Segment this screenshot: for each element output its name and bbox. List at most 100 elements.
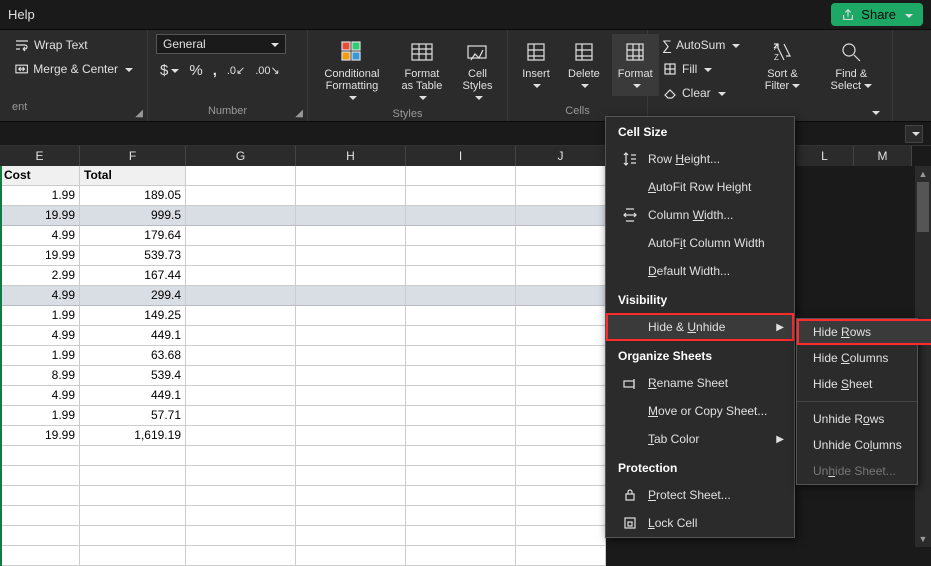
- increase-decimal-button[interactable]: .0↙: [227, 64, 245, 77]
- number-format-select[interactable]: General: [156, 34, 286, 54]
- cell[interactable]: 1,619.19: [80, 426, 186, 446]
- label: Lock Cell: [648, 516, 697, 530]
- cell[interactable]: 539.4: [80, 366, 186, 386]
- autofit-row-height-item[interactable]: AutoFit Row Height: [606, 173, 794, 201]
- dialog-launcher-icon[interactable]: ◢: [135, 108, 143, 119]
- insert-button[interactable]: Insert: [516, 34, 556, 96]
- dialog-launcher-icon[interactable]: ◢: [295, 108, 303, 119]
- cell-header[interactable]: Cost: [0, 166, 80, 186]
- cell[interactable]: 8.99: [0, 366, 80, 386]
- autofit-column-width-item[interactable]: AutoFit Column Width: [606, 229, 794, 257]
- fill-button[interactable]: Fill: [656, 58, 746, 80]
- cell[interactable]: 19.99: [0, 206, 80, 226]
- column-width-icon: [622, 207, 638, 223]
- cell[interactable]: 4.99: [0, 286, 80, 306]
- sort-filter-button[interactable]: AZ Sort & Filter: [752, 34, 812, 96]
- format-table-icon: [408, 38, 436, 66]
- cell[interactable]: 19.99: [0, 426, 80, 446]
- col-header[interactable]: M: [854, 146, 912, 166]
- col-header[interactable]: E: [0, 146, 80, 166]
- column-width-item[interactable]: Column Width...: [606, 201, 794, 229]
- cell[interactable]: 63.68: [80, 346, 186, 366]
- cell[interactable]: 189.05: [80, 186, 186, 206]
- cell[interactable]: 999.5: [80, 206, 186, 226]
- cell[interactable]: 4.99: [0, 386, 80, 406]
- decrease-decimal-button[interactable]: .00↘: [255, 64, 280, 77]
- col-header[interactable]: F: [80, 146, 186, 166]
- cell[interactable]: 19.99: [0, 246, 80, 266]
- delete-button[interactable]: Delete: [562, 34, 606, 96]
- cell[interactable]: 1.99: [0, 346, 80, 366]
- label: Cell Styles: [462, 68, 493, 104]
- cell[interactable]: 179.64: [80, 226, 186, 246]
- col-header[interactable]: I: [406, 146, 516, 166]
- label: AutoSum: [676, 38, 725, 52]
- help-menu[interactable]: Help: [8, 7, 35, 22]
- wrap-text-button[interactable]: Wrap Text: [8, 34, 139, 56]
- label: Find & Select: [825, 68, 878, 92]
- hide-sheet-item[interactable]: Hide Sheet: [797, 371, 931, 397]
- ribbon-options-icon[interactable]: [869, 105, 880, 119]
- format-menu: Cell Size Row Height... AutoFit Row Heig…: [605, 116, 795, 538]
- cell[interactable]: 149.25: [80, 306, 186, 326]
- cell[interactable]: 539.73: [80, 246, 186, 266]
- share-button[interactable]: Share: [831, 3, 923, 26]
- lock-cell-item[interactable]: Lock Cell: [606, 509, 794, 537]
- hide-rows-item[interactable]: Hide Rows: [797, 319, 931, 345]
- row-height-item[interactable]: Row Height...: [606, 145, 794, 173]
- hide-unhide-submenu: Hide Rows Hide Columns Hide Sheet Unhide…: [796, 318, 918, 485]
- cell[interactable]: 4.99: [0, 226, 80, 246]
- merge-center-button[interactable]: Merge & Center: [8, 58, 139, 80]
- cell[interactable]: 1.99: [0, 306, 80, 326]
- col-header[interactable]: G: [186, 146, 296, 166]
- currency-button[interactable]: $: [160, 62, 179, 79]
- chevron-down-icon: [902, 7, 913, 22]
- cell[interactable]: 4.99: [0, 326, 80, 346]
- rename-sheet-item[interactable]: Rename Sheet: [606, 369, 794, 397]
- cell-header[interactable]: Total: [80, 166, 186, 186]
- hide-columns-item[interactable]: Hide Columns: [797, 345, 931, 371]
- col-header[interactable]: H: [296, 146, 406, 166]
- find-select-button[interactable]: Find & Select: [819, 34, 884, 96]
- scrollbar-thumb[interactable]: [917, 182, 929, 232]
- cell[interactable]: 1.99: [0, 406, 80, 426]
- ribbon: Wrap Text Merge & Center ent ◢ General $: [0, 30, 931, 122]
- move-copy-sheet-item[interactable]: Move or Copy Sheet...: [606, 397, 794, 425]
- selection-indicator: [0, 166, 2, 566]
- scroll-down-arrow[interactable]: ▼: [915, 531, 931, 547]
- hide-unhide-item[interactable]: Hide & Unhide▶: [606, 313, 794, 341]
- formula-bar-expand[interactable]: [905, 125, 923, 143]
- col-header[interactable]: L: [796, 146, 854, 166]
- row-height-icon: [622, 151, 638, 167]
- label: Unhide Sheet...: [813, 464, 896, 478]
- clear-button[interactable]: Clear: [656, 82, 746, 104]
- cell[interactable]: 167.44: [80, 266, 186, 286]
- cell[interactable]: 2.99: [0, 266, 80, 286]
- conditional-formatting-icon: [338, 38, 366, 66]
- format-as-table-button[interactable]: Format as Table: [394, 34, 450, 108]
- default-width-item[interactable]: Default Width...: [606, 257, 794, 285]
- svg-text:A: A: [774, 43, 780, 52]
- cell[interactable]: 299.4: [80, 286, 186, 306]
- share-label: Share: [861, 7, 896, 22]
- comma-button[interactable]: ,: [213, 62, 217, 79]
- cell-styles-button[interactable]: Cell Styles: [456, 34, 499, 108]
- autosum-button[interactable]: ∑AutoSum: [656, 34, 746, 56]
- menu-section-header: Protection: [606, 453, 794, 481]
- cell[interactable]: 57.71: [80, 406, 186, 426]
- cell[interactable]: 1.99: [0, 186, 80, 206]
- cell[interactable]: 449.1: [80, 326, 186, 346]
- conditional-formatting-button[interactable]: Conditional Formatting: [316, 34, 388, 108]
- tab-color-item[interactable]: Tab Color▶: [606, 425, 794, 453]
- unhide-rows-item[interactable]: Unhide Rows: [797, 406, 931, 432]
- group-label-truncated: ent: [8, 95, 31, 119]
- unhide-columns-item[interactable]: Unhide Columns: [797, 432, 931, 458]
- chevron-down-icon: [268, 37, 279, 51]
- scroll-up-arrow[interactable]: ▲: [915, 166, 931, 182]
- label: Sort & Filter: [758, 68, 806, 92]
- protect-sheet-item[interactable]: Protect Sheet...: [606, 481, 794, 509]
- percent-button[interactable]: %: [189, 62, 202, 79]
- group-label: Number: [156, 105, 299, 119]
- cell[interactable]: 449.1: [80, 386, 186, 406]
- col-header[interactable]: J: [516, 146, 606, 166]
